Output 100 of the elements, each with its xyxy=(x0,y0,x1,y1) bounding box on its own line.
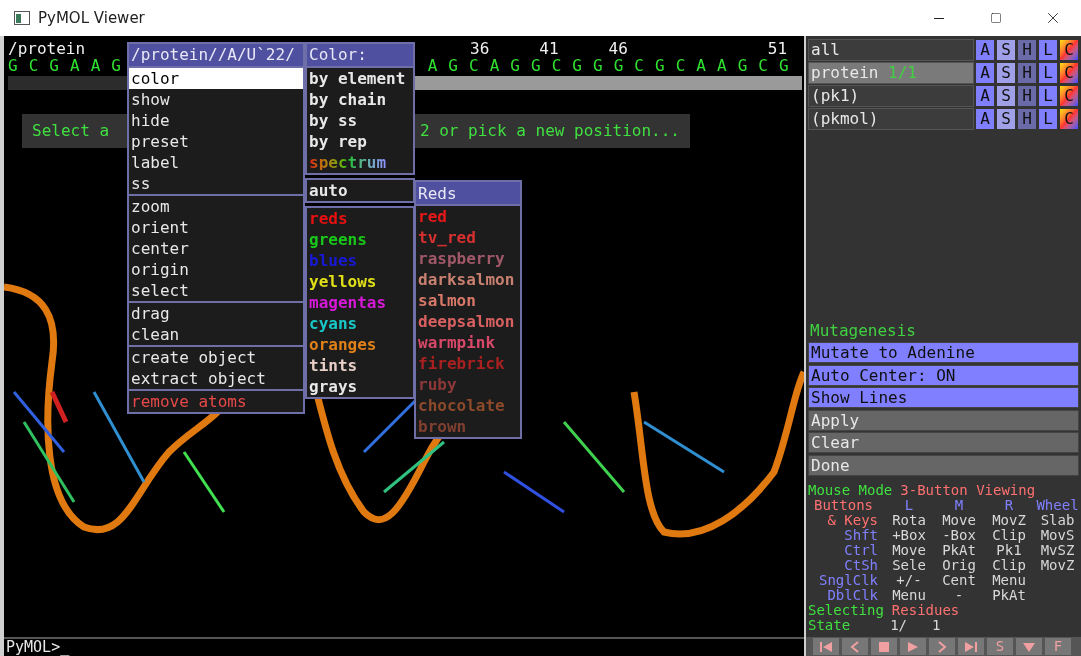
menu-item[interactable]: reds xyxy=(309,211,348,226)
menu-item[interactable]: deepsalmon xyxy=(418,314,515,329)
menu-item[interactable]: tints xyxy=(309,358,358,373)
mouse-mode-value[interactable]: 3-Button Viewing xyxy=(900,483,1036,498)
playback-button[interactable] xyxy=(899,637,927,656)
menu-item[interactable]: magentas xyxy=(309,295,387,310)
mouse-column-header: R xyxy=(1004,498,1014,513)
object-action-button[interactable]: C xyxy=(1059,85,1079,107)
selecting-value[interactable]: Residues xyxy=(891,603,960,618)
object-action-button[interactable]: L xyxy=(1038,108,1058,130)
wizard-button[interactable]: Auto Center: ON xyxy=(808,364,1079,386)
menu-item[interactable]: yellows xyxy=(309,274,377,289)
residue-number: 51 xyxy=(767,40,788,57)
menu-item[interactable]: select xyxy=(129,280,303,301)
object-action-button[interactable]: S xyxy=(996,39,1016,61)
menu-item[interactable]: ss xyxy=(129,173,303,194)
mouse-binding: Clip xyxy=(991,558,1027,573)
scrollbar-thumb[interactable] xyxy=(414,76,802,90)
menu-item[interactable]: by element xyxy=(309,71,406,86)
menu-item[interactable]: drag xyxy=(129,303,303,324)
mouse-binding: Cent xyxy=(941,573,977,588)
window-title: PyMOL Viewer xyxy=(38,7,145,29)
menu-item[interactable]: color xyxy=(129,68,303,89)
wizard-button[interactable]: Done xyxy=(808,454,1079,476)
mouse-binding: -Box xyxy=(941,528,977,543)
object-action-button[interactable]: S xyxy=(996,108,1016,130)
object-action-button[interactable]: C xyxy=(1059,62,1079,84)
playback-button[interactable] xyxy=(1015,637,1043,656)
play-icon xyxy=(906,640,920,653)
mouse-grid-label: Buttons xyxy=(813,498,874,513)
wizard-button[interactable]: Apply xyxy=(808,409,1079,431)
menu-item[interactable]: greens xyxy=(309,232,367,247)
object-name[interactable]: (pk1) xyxy=(808,85,974,107)
wizard-button[interactable]: Clear xyxy=(808,432,1079,453)
menu-item[interactable]: darksalmon xyxy=(418,272,515,287)
menu-item[interactable]: tv_red xyxy=(418,230,476,245)
wizard-button[interactable]: Mutate to Adenine xyxy=(808,342,1079,363)
menu-item[interactable]: by rep xyxy=(309,134,367,149)
menu-item[interactable]: extract object xyxy=(129,368,303,389)
object-action-button[interactable]: H xyxy=(1017,85,1037,107)
mouse-mode-label: Mouse Mode xyxy=(808,483,893,498)
menu-item[interactable]: warmpink xyxy=(418,335,496,350)
menu-item[interactable]: by ss xyxy=(309,113,358,128)
mouse-row-label: SnglClk xyxy=(818,573,879,588)
menu-item[interactable]: spectrum xyxy=(309,155,387,170)
menu-item[interactable]: remove atoms xyxy=(129,391,303,412)
menu-item[interactable]: salmon xyxy=(418,293,476,308)
menu-item[interactable]: orient xyxy=(129,217,303,238)
menu-item[interactable]: create object xyxy=(129,347,303,368)
wizard-button[interactable]: Show Lines xyxy=(808,387,1079,408)
mouse-binding: PkAt xyxy=(941,543,977,558)
sequence-residues[interactable]: A G C A G G C G G G C G C A A G C G xyxy=(427,57,790,74)
mouse-column-header: Wheel xyxy=(1035,498,1080,513)
object-action-button[interactable]: H xyxy=(1017,108,1037,130)
object-action-button[interactable]: S xyxy=(996,62,1016,84)
menu-item[interactable]: zoom xyxy=(129,196,303,217)
menu-item[interactable]: by chain xyxy=(309,92,387,107)
object-action-button[interactable]: A xyxy=(975,108,995,130)
object-action-button[interactable]: S xyxy=(996,85,1016,107)
mouse-binding: MovS xyxy=(1039,528,1076,543)
object-name[interactable]: (pkmol) xyxy=(808,108,974,130)
residue-number: 36 xyxy=(470,40,490,57)
playback-button[interactable] xyxy=(841,637,869,656)
mouse-binding: Menu xyxy=(991,573,1027,588)
mouse-binding: Move xyxy=(891,543,927,558)
mouse-binding: Menu xyxy=(891,588,927,603)
playback-button[interactable] xyxy=(928,637,956,656)
menu-item[interactable]: cyans xyxy=(309,316,358,331)
object-action-button[interactable]: A xyxy=(975,39,995,61)
object-action-button[interactable]: H xyxy=(1017,39,1037,61)
mouse-binding: PkAt xyxy=(991,588,1027,603)
menu-item[interactable]: grays xyxy=(309,379,358,394)
object-action-button[interactable]: L xyxy=(1038,85,1058,107)
state-total: 1 xyxy=(932,618,941,633)
object-action-button[interactable]: L xyxy=(1038,62,1058,84)
sequence-residues[interactable]: G C G A A G xyxy=(8,57,122,74)
menu-item[interactable]: origin xyxy=(129,259,303,280)
menu-item[interactable]: raspberry xyxy=(418,251,505,266)
menu-item[interactable]: red xyxy=(418,209,447,224)
object-action-button[interactable]: C xyxy=(1059,108,1079,130)
menu-item[interactable]: oranges xyxy=(309,337,377,352)
mouse-binding: Clip xyxy=(991,528,1027,543)
object-action-button[interactable]: H xyxy=(1017,62,1037,84)
playback-button[interactable] xyxy=(870,637,898,656)
menu-item[interactable]: center xyxy=(129,238,303,259)
object-action-button[interactable]: C xyxy=(1059,39,1079,61)
mouse-column-header: M xyxy=(953,498,965,513)
command-prompt[interactable]: PyMOL>_ xyxy=(6,639,70,656)
menu-item[interactable]: show xyxy=(129,89,303,110)
menu-item[interactable]: label xyxy=(129,152,303,173)
residue-number: 41 xyxy=(539,40,559,57)
object-name[interactable]: protein 1/1 xyxy=(808,62,974,84)
object-action-button[interactable]: L xyxy=(1038,39,1058,61)
object-action-button[interactable]: A xyxy=(975,85,995,107)
object-name[interactable]: all xyxy=(808,39,974,61)
playback-button[interactable] xyxy=(957,637,985,656)
mouse-row-label: DblClk xyxy=(827,588,879,603)
playback-button[interactable] xyxy=(812,637,840,656)
menu-item[interactable]: clean xyxy=(129,324,303,345)
object-action-button[interactable]: A xyxy=(975,62,995,84)
